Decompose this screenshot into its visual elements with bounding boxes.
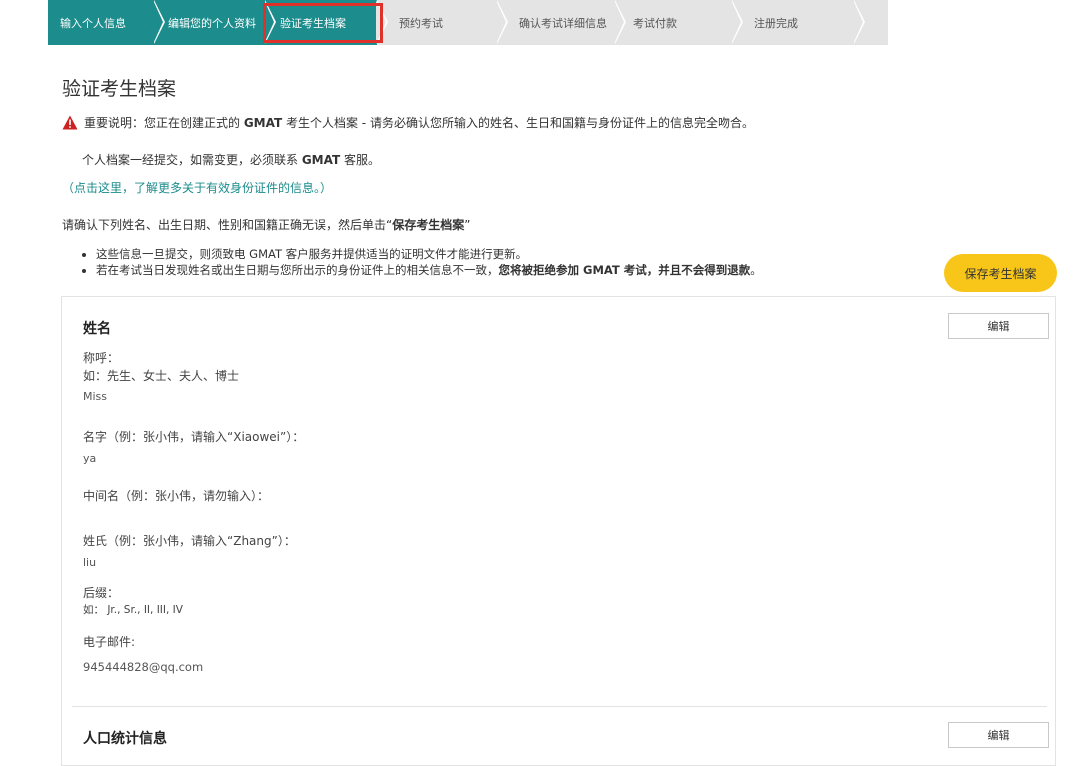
profile-card: 姓名 编辑 称呼： 如：先生、女士、夫人、博士 Miss 名字（例：张小伟，请输… bbox=[61, 296, 1056, 766]
step-verify-profile[interactable]: 验证考生档案 bbox=[263, 0, 388, 45]
suffix-hint: 如： Jr., Sr., II, III, IV bbox=[83, 604, 183, 616]
step-enter-info[interactable]: 输入个人信息 bbox=[48, 0, 165, 45]
step-confirm-details[interactable]: 确认考试详细信息 bbox=[497, 0, 626, 45]
demographics-section-title: 人口统计信息 bbox=[83, 731, 167, 747]
progress-steps: 输入个人信息 编辑您的个人资料 验证考生档案 预约考试 确认考试详细信息 考试付… bbox=[48, 0, 888, 45]
important-notice: 重要说明：您正在创建正式的 GMAT 考生个人档案 - 请务必确认您所输入的姓名… bbox=[62, 114, 754, 131]
email-label: 电子邮件: bbox=[83, 635, 136, 649]
list-item: 这些信息一旦提交，则须致电 GMAT 客户服务并提供适当的证明文件才能进行更新。 bbox=[96, 246, 762, 262]
list-item: 若在考试当日发现姓名或出生日期与您所出示的身份证件上的相关信息不一致，您将被拒绝… bbox=[96, 262, 762, 278]
valid-id-info-link[interactable]: （点击这里，了解更多关于有效身份证件的信息。） bbox=[62, 179, 332, 196]
step-payment[interactable]: 考试付款 bbox=[615, 0, 743, 45]
salutation-hint: 如：先生、女士、夫人、博士 bbox=[83, 369, 240, 383]
step-label: 验证考生档案 bbox=[280, 16, 346, 30]
middle-name-label: 中间名（例：张小伟，请勿输入）： bbox=[83, 489, 270, 503]
step-label: 编辑您的个人资料 bbox=[168, 16, 256, 30]
warning-icon bbox=[62, 115, 78, 130]
email-value: 945444828@qq.com bbox=[83, 660, 204, 674]
step-edit-profile[interactable]: 编辑您的个人资料 bbox=[154, 0, 276, 45]
step-label: 确认考试详细信息 bbox=[519, 16, 607, 30]
confirm-instruction: 请确认下列姓名、出生日期、性别和国籍正确无误，然后单击“保存考生档案” bbox=[62, 218, 471, 232]
edit-name-button[interactable]: 编辑 bbox=[948, 313, 1049, 339]
last-name-label: 姓氏（例：张小伟，请输入“Zhang”）： bbox=[83, 534, 296, 548]
info-bullets: 这些信息一旦提交，则须致电 GMAT 客户服务并提供适当的证明文件才能进行更新。… bbox=[82, 246, 762, 278]
step-label: 预约考试 bbox=[399, 16, 443, 30]
step-label: 输入个人信息 bbox=[60, 16, 126, 30]
step-label: 考试付款 bbox=[633, 16, 677, 30]
save-profile-button[interactable]: 保存考生档案 bbox=[944, 254, 1057, 292]
notice-text: 重要说明：您正在创建正式的 GMAT 考生个人档案 - 请务必确认您所输入的姓名… bbox=[84, 116, 754, 130]
step-label: 注册完成 bbox=[754, 16, 798, 30]
step-complete[interactable]: 注册完成 bbox=[732, 0, 865, 45]
last-name-value: liu bbox=[83, 556, 97, 569]
name-section-title: 姓名 bbox=[83, 321, 111, 337]
section-divider bbox=[72, 706, 1047, 707]
salutation-label: 称呼： bbox=[83, 351, 120, 365]
page-title: 验证考生档案 bbox=[62, 78, 177, 100]
first-name-label: 名字（例：张小伟，请输入“Xiaowei”）： bbox=[83, 430, 305, 444]
first-name-value: ya bbox=[83, 452, 97, 465]
step-schedule-exam[interactable]: 预约考试 bbox=[377, 0, 508, 45]
contact-service-note: 个人档案一经提交，如需变更，必须联系 GMAT 客服。 bbox=[82, 153, 380, 167]
salutation-value: Miss bbox=[83, 390, 108, 403]
suffix-label: 后缀： bbox=[83, 586, 120, 600]
edit-demographics-button[interactable]: 编辑 bbox=[948, 722, 1049, 748]
